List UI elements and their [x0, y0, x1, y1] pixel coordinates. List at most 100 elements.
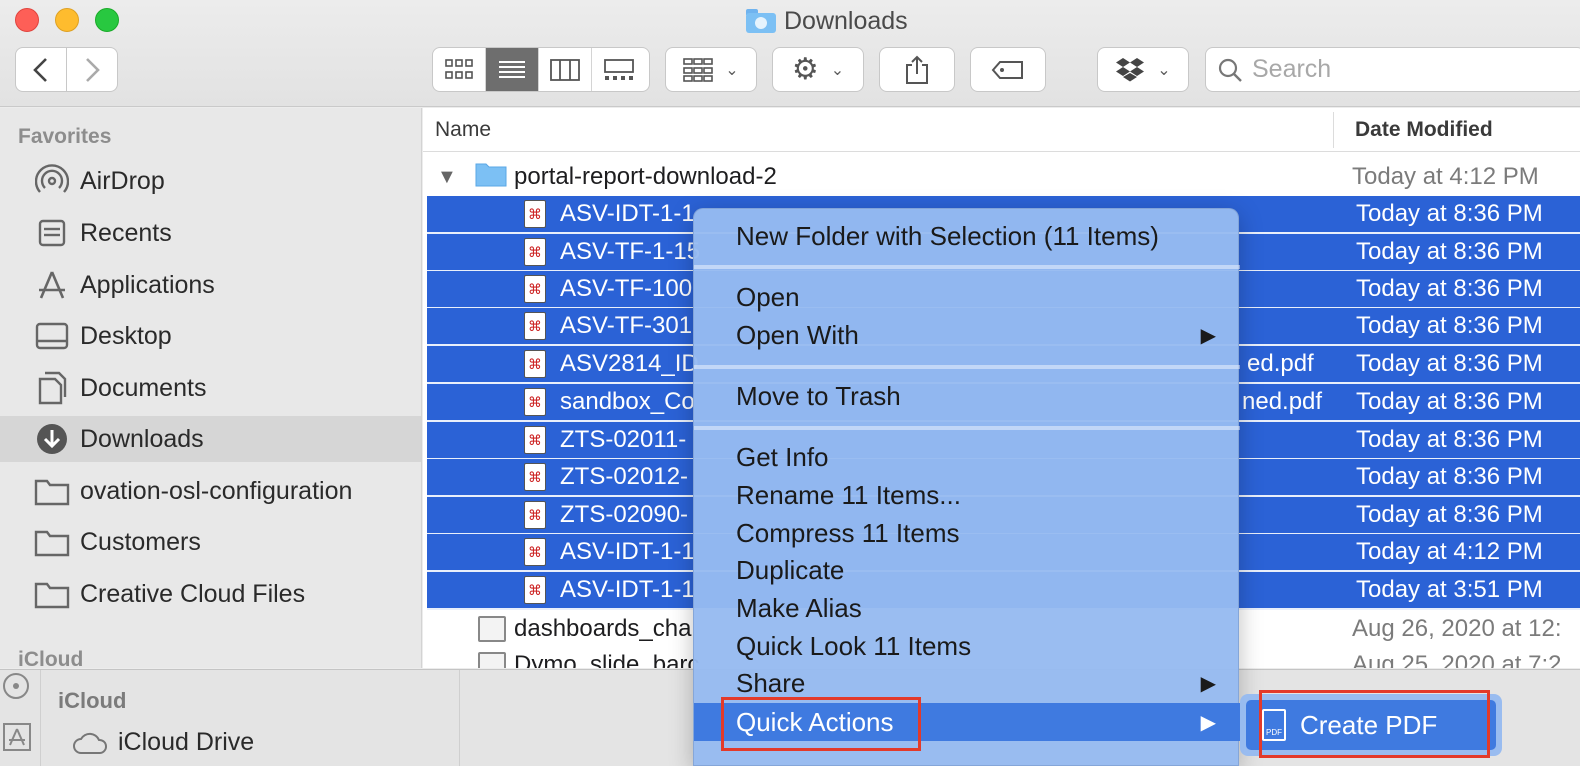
- pdf-file-icon: ⌘: [524, 426, 546, 454]
- sidebar-item-recents[interactable]: Recents: [0, 210, 421, 256]
- file-date: Today at 8:36 PM: [1356, 275, 1543, 302]
- tag-icon: [991, 60, 1023, 79]
- pdf-file-icon: ⌘: [524, 576, 546, 604]
- back-button[interactable]: [15, 47, 67, 92]
- file-date: Aug 25, 2020 at 7:2: [1352, 651, 1562, 668]
- sidebar-item-creative-cloud-files[interactable]: Creative Cloud Files: [0, 571, 421, 617]
- dropbox-button[interactable]: ⌄: [1097, 47, 1189, 92]
- file-name: dashboards_cha: [514, 615, 692, 642]
- chevron-left-icon: [33, 57, 47, 82]
- search-icon: [1218, 58, 1242, 82]
- chevron-down-icon: ⌄: [830, 61, 845, 79]
- action-menu-button[interactable]: ⚙ ⌄: [772, 47, 864, 92]
- sidebar-item-desktop[interactable]: Desktop: [0, 313, 421, 359]
- downloads-icon: [34, 421, 70, 457]
- share-button[interactable]: [879, 47, 955, 92]
- menu-item-duplicate[interactable]: Duplicate: [694, 551, 1240, 589]
- column-divider[interactable]: [1333, 112, 1334, 148]
- file-date: Today at 4:12 PM: [1356, 538, 1543, 565]
- sidebar-item-applications[interactable]: Applications: [0, 262, 421, 308]
- file-name: ZTS-02011-: [560, 426, 687, 453]
- share-icon: [906, 55, 928, 84]
- menu-item-rename[interactable]: Rename 11 Items...: [694, 476, 1240, 514]
- columns-icon: [550, 58, 580, 81]
- file-date: Today at 8:36 PM: [1356, 388, 1543, 415]
- menu-item-label: Compress 11 Items: [736, 517, 960, 548]
- forward-button[interactable]: [66, 47, 118, 92]
- disclosure-triangle-icon[interactable]: ▼: [437, 166, 457, 189]
- tags-button[interactable]: [970, 47, 1046, 92]
- gallery-icon: [603, 58, 634, 80]
- cloud-icon: [73, 732, 107, 754]
- menu-separator: [694, 426, 1240, 430]
- menu-item-label: Open With: [736, 319, 859, 350]
- sidebar-item-icloud-drive[interactable]: iCloud Drive: [72, 728, 254, 757]
- search-field[interactable]: [1205, 47, 1580, 92]
- icon-view-button[interactable]: [433, 48, 486, 91]
- sidebar-item-label: Applications: [80, 270, 215, 299]
- menu-separator: [694, 265, 1240, 269]
- folder-icon: [34, 576, 70, 612]
- file-date: Today at 8:36 PM: [1356, 350, 1543, 377]
- file-name-tail: ed.pdf: [1247, 350, 1314, 377]
- menu-item-open-with[interactable]: Open With ▶: [694, 316, 1240, 354]
- date-modified-column-header[interactable]: Date Modified: [1355, 118, 1493, 142]
- menu-separator: [694, 365, 1240, 369]
- file-date: Today at 8:36 PM: [1356, 312, 1543, 339]
- group-by-button[interactable]: ⌄: [665, 47, 757, 92]
- chevron-down-icon: ⌄: [725, 61, 739, 79]
- menu-item-get-info[interactable]: Get Info: [694, 438, 1240, 476]
- icon-grid-icon: [445, 58, 473, 79]
- file-date: Today at 4:12 PM: [1352, 163, 1539, 190]
- folder-icon: [475, 161, 507, 194]
- window-title: Downloads: [746, 6, 908, 36]
- sidebar: Favorites AirDrop Recents Applications D…: [0, 108, 422, 668]
- file-name: ZTS-02012-: [560, 463, 689, 490]
- sidebar-item-ovation-osl-configuration[interactable]: ovation-osl-configuration: [0, 468, 421, 514]
- column-header: Name Date Modified: [423, 108, 1580, 152]
- gallery-view-button[interactable]: [592, 48, 645, 91]
- pdf-file-icon: ⌘: [524, 312, 546, 340]
- file-date: Today at 3:51 PM: [1356, 576, 1543, 603]
- file-name: ZTS-02090-: [560, 501, 689, 528]
- menu-item-quick-look[interactable]: Quick Look 11 Items: [694, 627, 1240, 665]
- list-view-button[interactable]: [486, 48, 539, 91]
- sidebar-item-label: Creative Cloud Files: [80, 579, 306, 608]
- menu-item-move-to-trash[interactable]: Move to Trash: [694, 377, 1240, 415]
- dropbox-icon: [1116, 57, 1145, 81]
- chevron-down-icon: ⌄: [1157, 61, 1171, 79]
- zoom-window-button[interactable]: [95, 8, 119, 32]
- column-view-button[interactable]: [539, 48, 592, 91]
- menu-item-new-folder-with-selection[interactable]: New Folder with Selection (11 Items): [694, 217, 1240, 255]
- minimize-window-button[interactable]: [55, 8, 79, 32]
- file-date: Today at 8:36 PM: [1356, 501, 1543, 528]
- window-title-text: Downloads: [784, 6, 908, 35]
- sidebar-item-airdrop[interactable]: AirDrop: [0, 158, 421, 204]
- pdf-file-icon: ⌘: [524, 388, 546, 416]
- menu-item-make-alias[interactable]: Make Alias: [694, 589, 1240, 627]
- menu-item-label: Share: [736, 667, 806, 698]
- sidebar-item-label: Recents: [80, 218, 172, 247]
- airdrop-icon: [34, 163, 70, 199]
- file-name: ASV-IDT-1-1: [560, 538, 695, 565]
- pdf-file-icon: ⌘: [524, 275, 546, 303]
- context-menu: New Folder with Selection (11 Items) Ope…: [693, 208, 1240, 766]
- view-mode-segmented-control: [432, 47, 650, 92]
- sidebar-item-documents[interactable]: Documents: [0, 365, 421, 411]
- submenu-arrow-icon: ▶: [1200, 672, 1216, 695]
- list-icon: [499, 60, 525, 78]
- folder-icon: [34, 473, 70, 509]
- pdf-file-icon: ⌘: [524, 200, 546, 228]
- annotation-highlight-create-pdf: [1259, 690, 1490, 758]
- sidebar-item-label: Downloads: [80, 424, 204, 453]
- file-name: sandbox_Co: [560, 388, 695, 415]
- folder-row[interactable]: ▼ portal-report-download-2 Today at 4:12…: [423, 158, 1580, 196]
- search-input[interactable]: [1252, 55, 1552, 84]
- sidebar-item-downloads[interactable]: Downloads: [0, 416, 421, 462]
- sidebar-item-customers[interactable]: Customers: [0, 519, 421, 565]
- menu-item-open[interactable]: Open: [694, 278, 1240, 316]
- menu-item-compress[interactable]: Compress 11 Items: [694, 514, 1240, 552]
- close-window-button[interactable]: [15, 8, 39, 32]
- name-column-header[interactable]: Name: [435, 118, 491, 142]
- sidebar-item-label: Customers: [80, 527, 201, 556]
